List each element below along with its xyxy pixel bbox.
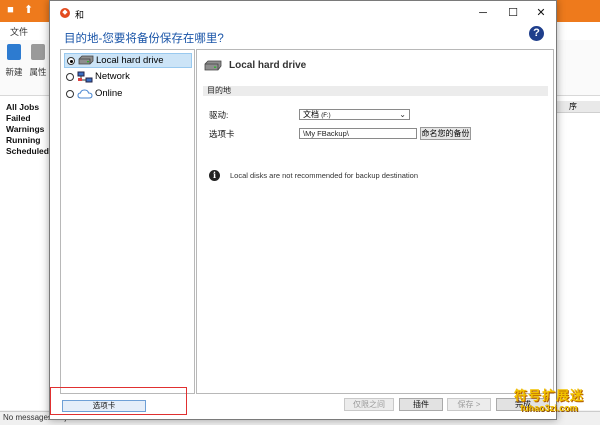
drive-select[interactable]: 文档 (F:) ⌄ — [299, 109, 410, 120]
sidebar-item-running[interactable]: Running — [6, 135, 40, 145]
backup-destination-dialog: ◆ 和 ─ ☐ ✕ 目的地-您要将备份保存在哪里? ? Local hard d… — [49, 0, 557, 420]
job-list-column-header[interactable]: 序 — [553, 101, 600, 113]
network-icon — [77, 71, 93, 83]
ribbon-tab-file[interactable]: 文件 — [10, 25, 28, 38]
app-logo-icon: ■ — [7, 4, 14, 16]
previous-button[interactable]: 仅限之间 — [344, 398, 394, 411]
quick-access-icon[interactable]: ⬆ — [22, 4, 35, 17]
destination-label: Local hard drive — [96, 55, 164, 66]
radio-online[interactable] — [66, 90, 74, 98]
dialog-title: 和 — [75, 10, 85, 20]
app-logo-icon: ◆ — [60, 8, 70, 18]
watermark-url: fuhao3zi.com — [520, 403, 578, 413]
maximize-icon[interactable]: ☐ — [498, 5, 528, 21]
drive-select-value: 文档 — [303, 110, 319, 119]
new-job-button[interactable]: 新建 — [2, 44, 26, 90]
watermark: 符号扩展迷 fuhao3zi.com — [499, 385, 599, 417]
new-job-label: 新建 — [5, 67, 23, 77]
cloud-icon — [77, 89, 93, 99]
destination-label: Network — [95, 71, 130, 82]
watermark-title: 符号扩展迷 — [513, 388, 584, 403]
status-messages: No messages — [3, 413, 52, 422]
job-list-area — [553, 96, 600, 410]
destination-network[interactable]: Network — [64, 70, 192, 85]
tab-button[interactable]: 选项卡 — [62, 400, 146, 412]
sidebar-item-warnings[interactable]: Warnings — [6, 124, 44, 134]
properties-button[interactable]: 属性 — [28, 44, 48, 90]
dialog-titlebar: ◆ 和 ─ ☐ ✕ — [50, 1, 556, 25]
new-document-icon — [7, 44, 21, 60]
radio-network[interactable] — [66, 73, 74, 81]
path-label: 选项卡 — [209, 129, 235, 139]
name-backup-button[interactable]: 命名您的备份 — [420, 127, 471, 140]
job-filter-sidebar: All Jobs Failed Warnings Running Schedul… — [0, 96, 51, 410]
info-message: Local disks are not recommended for back… — [230, 171, 419, 180]
minimize-icon[interactable]: ─ — [468, 5, 498, 21]
destination-detail-pane: Local hard drive 目的地 驱动: 文档 (F:) ⌄ 选项卡 \… — [196, 49, 554, 394]
detail-heading: Local hard drive — [229, 60, 307, 71]
drive-select-letter: (F:) — [321, 113, 331, 119]
drive-label: 驱动: — [209, 110, 229, 120]
destination-label: Online — [95, 88, 123, 99]
destination-group-header: 目的地 — [203, 86, 548, 96]
destination-local-hard-drive[interactable]: Local hard drive — [64, 53, 192, 68]
radio-local-hard-drive[interactable] — [67, 57, 75, 65]
help-question-icon[interactable]: ? — [529, 26, 544, 41]
close-icon[interactable]: ✕ — [526, 5, 556, 21]
plugin-button[interactable]: 插件 — [399, 398, 443, 411]
sidebar-item-all-jobs[interactable]: All Jobs — [6, 102, 39, 112]
info-icon: i — [209, 170, 220, 181]
dialog-heading: 目的地-您要将备份保存在哪里? — [64, 33, 224, 45]
properties-icon — [31, 44, 45, 60]
sidebar-item-scheduled[interactable]: Scheduled — [6, 146, 49, 156]
hard-drive-icon — [78, 55, 94, 65]
properties-label: 属性 — [29, 67, 47, 77]
sidebar-item-failed[interactable]: Failed — [6, 113, 31, 123]
save-button[interactable]: 保存 > — [447, 398, 491, 411]
destination-list: Local hard drive Network Online — [60, 49, 195, 394]
hard-drive-icon — [204, 60, 222, 71]
chevron-down-icon: ⌄ — [399, 110, 406, 119]
destination-online[interactable]: Online — [64, 87, 192, 102]
backup-path-input[interactable]: \My FBackup\ — [299, 128, 417, 139]
